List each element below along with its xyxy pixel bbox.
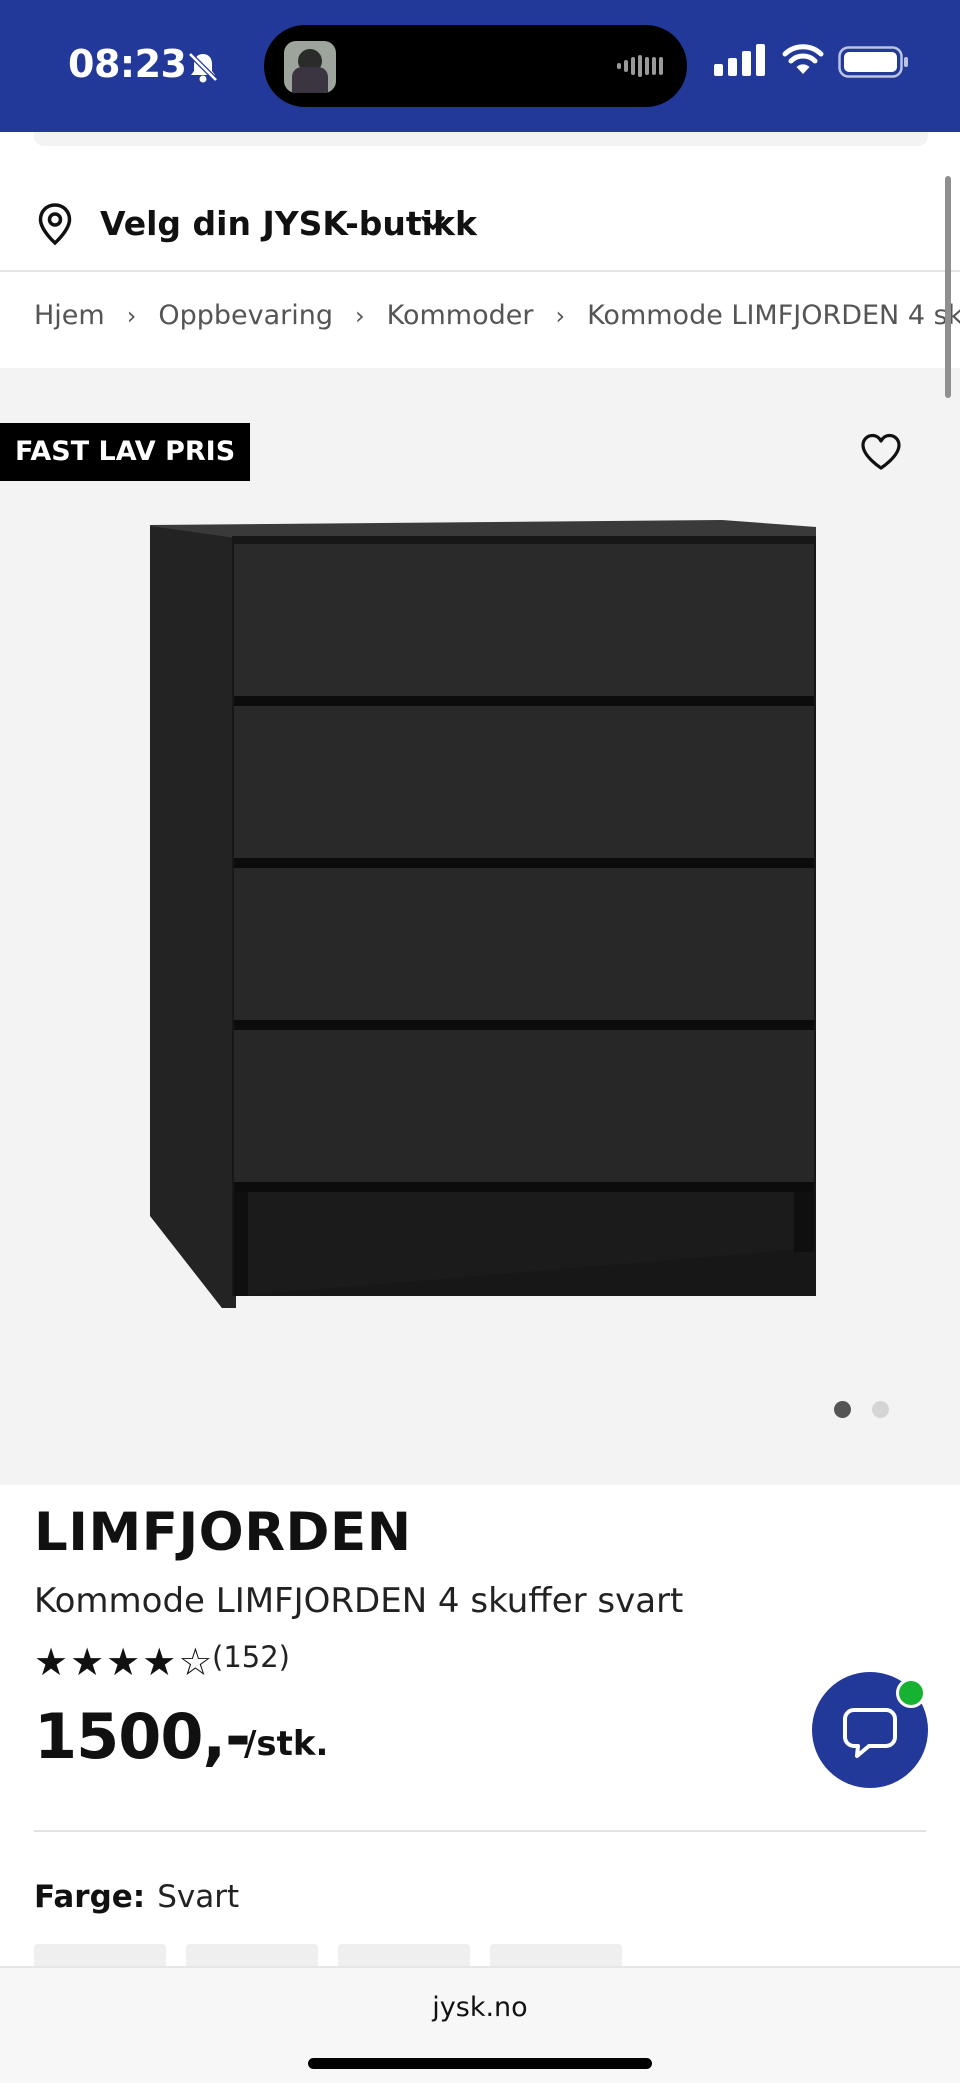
chevron-right-icon: › — [354, 302, 365, 330]
wifi-icon — [782, 44, 824, 80]
status-bar: 08:23 — [0, 0, 960, 132]
audio-waveform-icon — [617, 55, 665, 81]
breadcrumb: Hjem › Oppbevaring › Kommoder › Kommode LIMFJO… — [34, 300, 960, 342]
bell-slash-icon — [186, 50, 220, 88]
browser-url-bar[interactable]: jysk.no — [0, 1966, 960, 2083]
star-filled-icon: ★ — [70, 1640, 107, 1684]
star-filled-icon: ★ — [142, 1640, 179, 1684]
dynamic-island[interactable] — [264, 25, 687, 107]
online-indicator — [896, 1678, 926, 1708]
star-empty-icon: ☆ — [178, 1640, 215, 1684]
product-name: Kommode LIMFJORDEN 4 skuffer svart — [34, 1581, 684, 1621]
breadcrumb-item-dressers[interactable]: Kommoder — [387, 300, 534, 331]
price-badge: FAST LAV PRIS — [0, 423, 251, 481]
product-gallery[interactable]: FAST LAV PRIS — [0, 368, 960, 1485]
chevron-down-icon — [420, 214, 446, 236]
scrollbar[interactable] — [945, 176, 951, 398]
color-swatch[interactable] — [338, 1944, 470, 1966]
header-shadow — [34, 132, 928, 146]
star-filled-icon: ★ — [34, 1640, 71, 1684]
color-swatch[interactable] — [490, 1944, 622, 1966]
color-label: Farge: — [34, 1879, 146, 1915]
review-count[interactable]: (152) — [212, 1640, 290, 1674]
gallery-dot-active[interactable] — [834, 1401, 851, 1418]
color-selector: Farge: Svart — [34, 1879, 239, 1915]
battery-icon — [838, 46, 910, 82]
chat-bubble-icon — [839, 1702, 901, 1768]
product-price: 1500,- — [34, 1700, 251, 1773]
color-swatch[interactable] — [186, 1944, 318, 1966]
status-time: 08:23 — [68, 42, 187, 86]
product-brand: LIMFJORDEN — [34, 1502, 412, 1563]
divider — [34, 1830, 926, 1832]
price-unit: /stk. — [244, 1724, 329, 1764]
star-filled-icon: ★ — [106, 1640, 143, 1684]
heart-icon[interactable] — [860, 432, 902, 476]
url-text[interactable]: jysk.no — [0, 1992, 960, 2023]
product-rating[interactable]: ★★★★☆ — [34, 1640, 214, 1684]
media-thumbnail — [284, 41, 336, 93]
gallery-dot[interactable] — [872, 1401, 889, 1418]
breadcrumb-item-storage[interactable]: Oppbevaring — [158, 300, 333, 331]
location-pin-icon — [36, 202, 74, 250]
chevron-right-icon: › — [126, 302, 137, 330]
home-indicator[interactable] — [308, 2058, 652, 2069]
chevron-right-icon: › — [555, 302, 566, 330]
store-selector[interactable]: Velg din JYSK-butikk — [0, 180, 960, 272]
star-rating: ★★★★☆ — [34, 1640, 214, 1684]
color-value: Svart — [157, 1879, 240, 1915]
gallery-pagination — [834, 1401, 910, 1422]
signal-icon — [714, 44, 766, 80]
breadcrumb-item-home[interactable]: Hjem — [34, 300, 105, 331]
color-swatch[interactable] — [34, 1944, 166, 1966]
breadcrumb-item-current: Kommode LIMFJORDEN 4 skuf — [587, 300, 960, 331]
product-image — [140, 508, 830, 1326]
